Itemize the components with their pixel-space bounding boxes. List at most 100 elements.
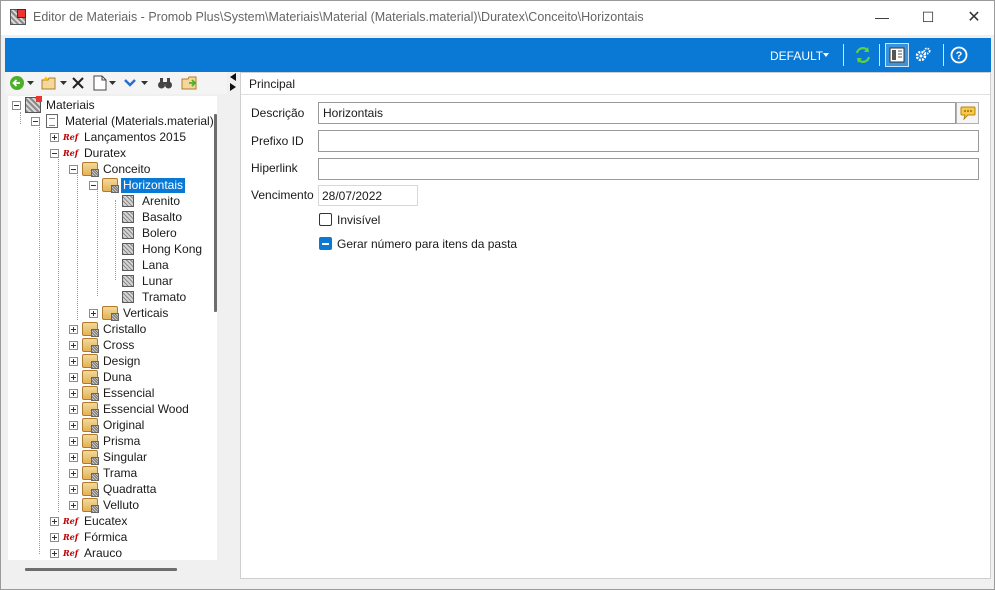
tree-node-original[interactable]: Original (69, 417, 146, 433)
tree-node-essencial-wood[interactable]: Essencial Wood (69, 401, 191, 417)
help-icon[interactable]: ? (947, 43, 971, 67)
tree-node-lunar[interactable]: Lunar (120, 273, 175, 289)
comment-button[interactable] (956, 102, 979, 124)
settings-icon[interactable] (911, 43, 935, 67)
expand-toggle[interactable] (69, 340, 78, 350)
tree-node-lancamentos[interactable]: Ref Lançamentos 2015 (50, 129, 188, 145)
reference-icon: Ref (63, 548, 79, 558)
expand-toggle[interactable] (69, 468, 78, 478)
expand-toggle[interactable] (69, 420, 78, 430)
tree-node-conceito[interactable]: Conceito (69, 161, 152, 177)
material-folder-icon (102, 178, 119, 193)
tree-node-arauco[interactable]: Ref Arauco (50, 545, 124, 560)
layout-icon[interactable] (885, 43, 909, 67)
tree-node-cristallo[interactable]: Cristallo (69, 321, 148, 337)
minimize-button[interactable]: — (859, 1, 905, 33)
invisivel-label: Invisível (337, 213, 381, 227)
title-bar: Editor de Materiais - Promob Plus\System… (1, 1, 994, 35)
expand-toggle[interactable] (69, 452, 78, 462)
collapse-toggle[interactable] (12, 100, 21, 110)
expand-toggle[interactable] (50, 516, 59, 526)
tree-node-cross[interactable]: Cross (69, 337, 136, 353)
expand-toggle[interactable] (69, 388, 78, 398)
expand-toggle[interactable] (50, 132, 59, 142)
maximize-button[interactable]: ☐ (905, 1, 951, 33)
tree-node-quadratta[interactable]: Quadratta (69, 481, 158, 497)
vencimento-date-field[interactable]: 28/07/2022 (318, 185, 418, 206)
tree-node-eucatex[interactable]: Ref Eucatex (50, 513, 129, 529)
reference-icon: Ref (63, 132, 79, 142)
material-swatch-icon (122, 259, 134, 271)
material-folder-icon (82, 370, 99, 385)
close-button[interactable]: ✕ (951, 1, 995, 33)
material-folder-icon (82, 498, 99, 513)
expand-toggle[interactable] (69, 500, 78, 510)
reference-icon: Ref (63, 148, 79, 158)
expand-toggle[interactable] (50, 548, 59, 558)
tree-node-velluto[interactable]: Velluto (69, 497, 141, 513)
folder-action-icon[interactable] (181, 74, 199, 92)
tree-node-formica[interactable]: Ref Fórmica (50, 529, 129, 545)
back-icon[interactable] (9, 74, 34, 92)
expand-toggle[interactable] (50, 532, 59, 542)
tree-vertical-scrollbar[interactable] (214, 114, 217, 312)
prefixo-id-input[interactable] (318, 130, 979, 152)
tree-node-material-file[interactable]: Material (Materials.material) (31, 113, 216, 129)
refresh-icon[interactable] (851, 43, 875, 67)
expand-toggle[interactable] (69, 404, 78, 414)
move-down-icon[interactable] (123, 74, 148, 92)
material-folder-icon (82, 434, 99, 449)
tree-node-hong-kong[interactable]: Hong Kong (120, 241, 204, 257)
tree-node-design[interactable]: Design (69, 353, 142, 369)
material-folder-icon (102, 306, 119, 321)
tree-node-duratex[interactable]: Ref Duratex (50, 145, 128, 161)
expand-toggle[interactable] (69, 372, 78, 382)
material-folder-icon (82, 482, 99, 497)
tree-node-essencial[interactable]: Essencial (69, 385, 156, 401)
collapse-toggle[interactable] (89, 180, 98, 190)
tree-node-tramato[interactable]: Tramato (120, 289, 188, 305)
tree-node-materiais[interactable]: Materiais (12, 96, 97, 113)
expand-toggle[interactable] (69, 484, 78, 494)
new-folder-icon[interactable] (41, 74, 67, 92)
material-swatch-icon (122, 243, 134, 255)
material-swatch-icon (122, 291, 134, 303)
profile-dropdown[interactable]: DEFAULT (770, 49, 823, 63)
tree-node-lana[interactable]: Lana (120, 257, 171, 273)
tree-node-singular[interactable]: Singular (69, 449, 149, 465)
chevron-down-icon[interactable] (823, 53, 829, 57)
ribbon-divider (879, 44, 880, 66)
reference-icon: Ref (63, 516, 79, 526)
expand-toggle[interactable] (89, 308, 98, 318)
expand-toggle[interactable] (69, 356, 78, 366)
new-document-icon[interactable] (93, 74, 116, 92)
find-icon[interactable] (157, 74, 173, 92)
material-folder-icon (82, 386, 99, 401)
tree-node-prisma[interactable]: Prisma (69, 433, 142, 449)
ribbon-divider (943, 44, 944, 66)
collapse-toggle[interactable] (69, 164, 78, 174)
expand-toggle[interactable] (69, 324, 78, 334)
tree-node-arenito[interactable]: Arenito (120, 193, 182, 209)
splitter-arrows[interactable] (227, 72, 239, 92)
descricao-input[interactable] (318, 102, 956, 124)
tree-horizontal-scrollbar[interactable] (25, 568, 177, 571)
invisivel-checkbox[interactable] (319, 213, 332, 226)
comment-balloon-icon (960, 106, 975, 120)
collapse-toggle[interactable] (50, 148, 59, 158)
material-swatch-icon (122, 227, 134, 239)
tree-node-bolero[interactable]: Bolero (120, 225, 179, 241)
tree-node-verticais[interactable]: Verticais (89, 305, 170, 321)
collapse-toggle[interactable] (31, 116, 40, 126)
tree-node-trama[interactable]: Trama (69, 465, 139, 481)
delete-icon[interactable] (71, 74, 85, 92)
app-icon (10, 9, 26, 25)
tree-node-duna[interactable]: Duna (69, 369, 134, 385)
gerar-numero-checkbox[interactable] (319, 237, 332, 250)
tree-node-basalto[interactable]: Basalto (120, 209, 184, 225)
tree-node-horizontais[interactable]: Horizontais (89, 177, 186, 193)
hiperlink-input[interactable] (318, 158, 979, 180)
svg-text:?: ? (956, 50, 963, 62)
expand-toggle[interactable] (69, 436, 78, 446)
descricao-label: Descrição (251, 106, 305, 120)
